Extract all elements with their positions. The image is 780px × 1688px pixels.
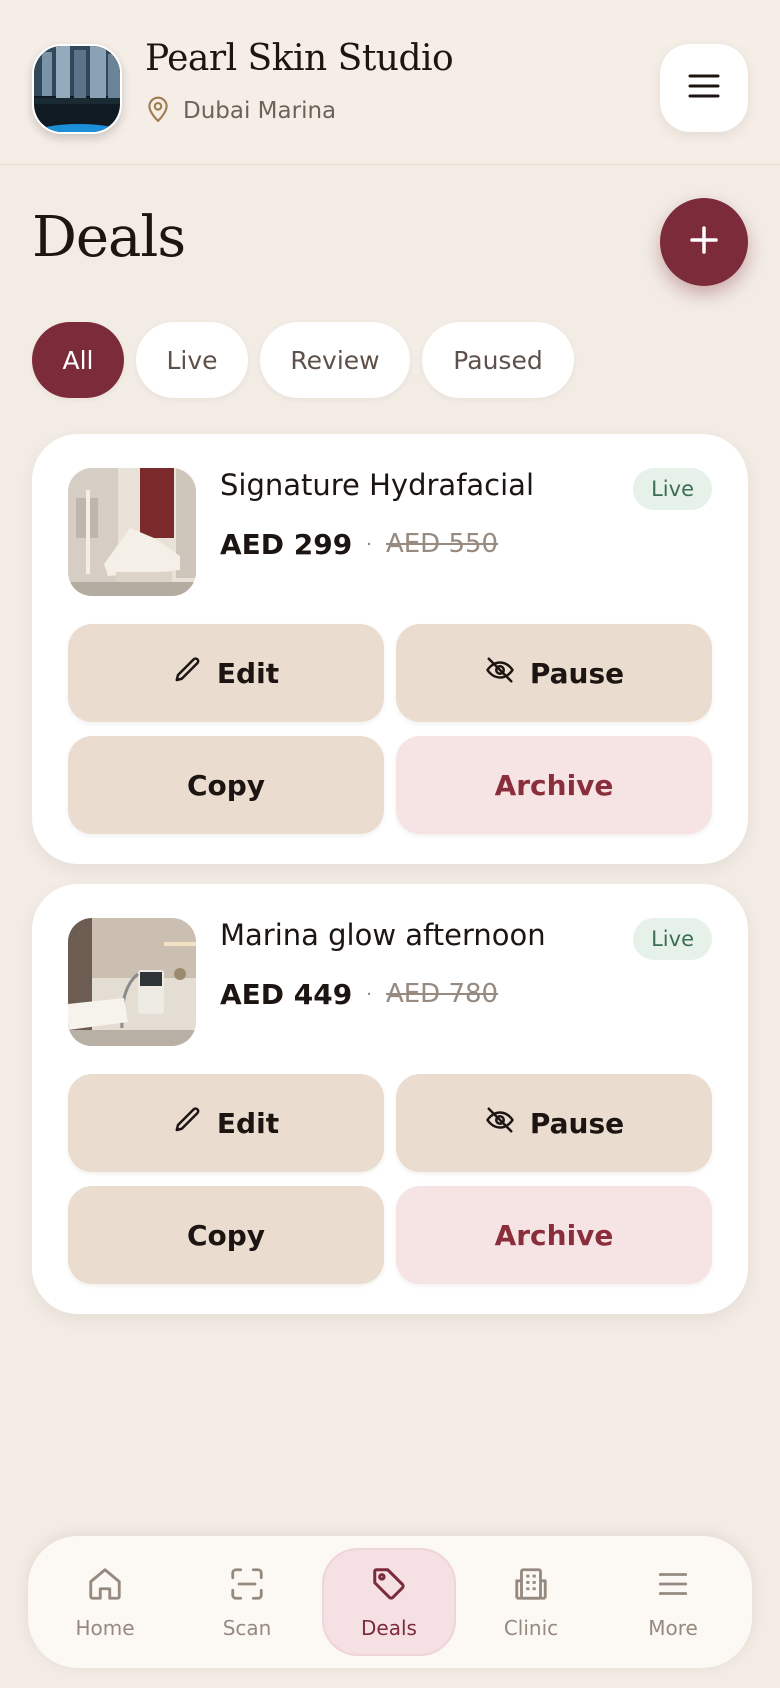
tag-icon (370, 1565, 408, 1608)
pause-button[interactable]: Pause (396, 624, 712, 722)
plus-icon (689, 225, 719, 259)
deal-price-row: AED 449 · AED 780 (220, 974, 498, 1014)
edit-button[interactable]: Edit (68, 624, 384, 722)
deal-price: AED 449 (220, 977, 353, 1011)
nav-label-clinic: Clinic (503, 1615, 559, 1640)
deal-card: Marina glow afternoon AED 449 · AED 780 … (32, 884, 748, 1314)
deal-title: Signature Hydrafacial (220, 468, 535, 502)
pause-label: Pause (529, 1106, 625, 1140)
nav-item-scan[interactable]: Scan (180, 1548, 314, 1656)
studio-avatar[interactable] (32, 44, 122, 134)
price-separator: · (366, 533, 372, 555)
deal-title: Marina glow afternoon (220, 918, 546, 952)
deal-price: AED 299 (220, 527, 353, 561)
archive-button[interactable]: Archive (396, 1186, 712, 1284)
studio-name: Pearl Skin Studio (145, 38, 454, 79)
deal-original-price: AED 780 (385, 979, 499, 1009)
nav-label-deals: Deals (361, 1615, 417, 1640)
pencil-icon (173, 1105, 203, 1142)
pause-button[interactable]: Pause (396, 1074, 712, 1172)
nav-label-more: More (648, 1615, 698, 1640)
edit-label: Edit (216, 1106, 280, 1140)
edit-label: Edit (216, 656, 280, 690)
nav-item-home[interactable]: Home (38, 1548, 172, 1656)
nav-item-deals[interactable]: Deals (322, 1548, 456, 1656)
add-deal-button[interactable] (660, 198, 748, 286)
filter-chip-live[interactable]: Live (136, 322, 248, 398)
menu-button[interactable] (660, 44, 748, 132)
copy-button[interactable]: Copy (68, 736, 384, 834)
price-separator: · (366, 983, 372, 1005)
home-icon (86, 1565, 124, 1608)
deal-card: Signature Hydrafacial AED 299 · AED 550 … (32, 434, 748, 864)
archive-button[interactable]: Archive (396, 736, 712, 834)
deal-original-price: AED 550 (385, 529, 499, 559)
nav-item-more[interactable]: More (606, 1548, 740, 1656)
app-header: Pearl Skin Studio Dubai Marina (0, 0, 780, 165)
deal-thumbnail (68, 468, 196, 596)
bottom-navigation: Home Scan Deals Clinic More (28, 1536, 752, 1668)
scan-icon (228, 1565, 266, 1608)
hamburger-menu-icon (688, 73, 720, 103)
nav-label-scan: Scan (222, 1615, 272, 1640)
page-title: Deals (32, 205, 186, 270)
edit-button[interactable]: Edit (68, 1074, 384, 1172)
nav-item-clinic[interactable]: Clinic (464, 1548, 598, 1656)
map-pin-icon (145, 95, 171, 127)
pencil-icon (173, 655, 203, 692)
studio-photo (34, 46, 120, 132)
status-badge: Live (633, 918, 712, 960)
deal-price-row: AED 299 · AED 550 (220, 524, 498, 564)
eye-off-icon (484, 655, 516, 692)
deal-thumbnail (68, 918, 196, 1046)
eye-off-icon (484, 1105, 516, 1142)
filter-chip-review[interactable]: Review (260, 322, 410, 398)
copy-button[interactable]: Copy (68, 1186, 384, 1284)
status-badge: Live (633, 468, 712, 510)
nav-label-home: Home (75, 1615, 135, 1640)
pause-label: Pause (529, 656, 625, 690)
studio-location: Dubai Marina (145, 94, 336, 128)
filter-chip-paused[interactable]: Paused (422, 322, 574, 398)
building-icon (512, 1565, 550, 1608)
location-label: Dubai Marina (183, 98, 337, 124)
filter-chip-all[interactable]: All (32, 322, 124, 398)
menu-icon (654, 1565, 692, 1608)
